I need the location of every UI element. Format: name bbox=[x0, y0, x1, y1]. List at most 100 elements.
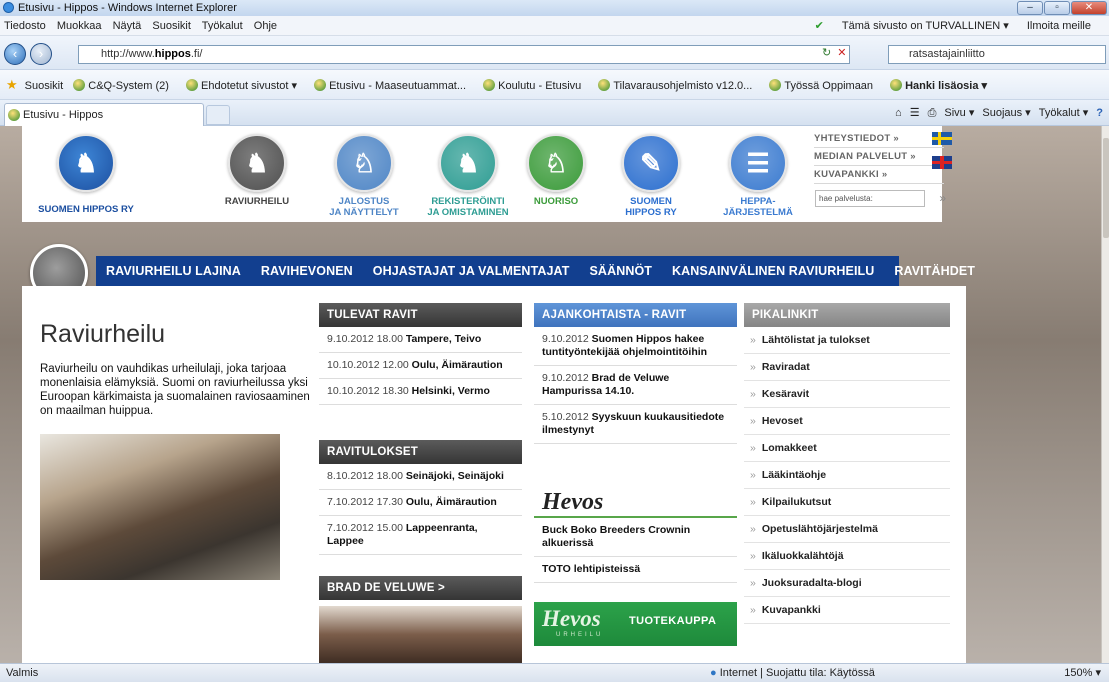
news-row[interactable]: 9.10.2012 Brad de Veluwe Hampurissa 14.1… bbox=[534, 366, 737, 405]
subnav-ohjastajat[interactable]: OHJASTAJAT JA VALMENTAJAT bbox=[373, 264, 570, 278]
vertical-scrollbar[interactable] bbox=[1101, 126, 1109, 663]
back-button[interactable]: ‹ bbox=[4, 43, 26, 65]
forward-button[interactable]: › bbox=[30, 43, 52, 65]
menu-favorites[interactable]: Suosikit bbox=[152, 20, 191, 32]
quicklink-item[interactable]: » Raviradat bbox=[744, 354, 950, 381]
news-row[interactable]: 5.10.2012 Syyskuun kuukausitiedote ilmes… bbox=[534, 405, 737, 444]
status-text: Valmis bbox=[6, 667, 39, 679]
address-field[interactable]: http://www.hippos.fi/ bbox=[78, 45, 850, 64]
browser-window: Etusivu - Hippos - Windows Internet Expl… bbox=[0, 0, 1109, 682]
cmd-tools[interactable]: Työkalut ▾ bbox=[1039, 103, 1089, 123]
subnav-raviurheilu-lajina[interactable]: RAVIURHEILU LAJINA bbox=[106, 264, 241, 278]
tab-hippos[interactable]: Etusivu - Hippos bbox=[4, 103, 204, 126]
fav-item-6[interactable]: Työssä Oppimaan bbox=[769, 79, 880, 92]
home-icon[interactable]: ⌂ bbox=[895, 103, 902, 123]
stop-icon[interactable]: ✕ bbox=[837, 46, 846, 59]
fav-item-5[interactable]: Tilavarausohjelmisto v12.0... bbox=[598, 79, 759, 92]
swedish-flag-icon[interactable] bbox=[932, 132, 952, 145]
quicklink-item[interactable]: » Kilpailukutsut bbox=[744, 489, 950, 516]
fav-item-1[interactable]: C&Q-System (2) bbox=[73, 79, 176, 92]
maximize-button[interactable]: ▫ bbox=[1044, 1, 1070, 15]
quicklink-label: Kilpailukutsut bbox=[761, 496, 832, 508]
contact-link[interactable]: YHTEYSTIEDOT » bbox=[814, 130, 944, 148]
hevos-row[interactable]: Buck Boko Breeders Crownin alkuerissä bbox=[534, 518, 737, 557]
upcoming-row[interactable]: 10.10.2012 18.30 Helsinki, Vermo bbox=[319, 379, 522, 405]
quicklink-item[interactable]: » Opetuslähtöjärjestelmä bbox=[744, 516, 950, 543]
quicklink-item[interactable]: » Hevoset bbox=[744, 408, 950, 435]
fav-item-2[interactable]: Ehdotetut sivustot ▾ bbox=[186, 79, 304, 92]
result-row[interactable]: 7.10.2012 17.30 Oulu, Äimäraution bbox=[319, 490, 522, 516]
quicklink-label: Kuvapankki bbox=[761, 604, 821, 616]
subnav-saannot[interactable]: SÄÄNNÖT bbox=[590, 264, 653, 278]
quicklink-item[interactable]: » Ikäluokkalähtöjä bbox=[744, 543, 950, 570]
subnav-ravitahdet[interactable]: RAVITÄHDET bbox=[894, 264, 975, 278]
sub-navigation: RAVIURHEILU LAJINA RAVIHEVONEN OHJASTAJA… bbox=[96, 256, 975, 286]
english-flag-icon[interactable] bbox=[932, 156, 952, 169]
upcoming-row[interactable]: 10.10.2012 12.00 Oulu, Äimäraution bbox=[319, 353, 522, 379]
news-row[interactable]: 9.10.2012 Suomen Hippos hakee tuntityönt… bbox=[534, 327, 737, 366]
subnav-kansainvalinen[interactable]: KANSAINVÄLINEN RAVIURHEILU bbox=[672, 264, 874, 278]
cmd-safety[interactable]: Suojaus ▾ bbox=[982, 103, 1030, 123]
menu-file[interactable]: Tiedosto bbox=[4, 20, 46, 32]
hevos-logo[interactable]: Hevos bbox=[534, 486, 737, 518]
quicklink-item[interactable]: » Lomakkeet bbox=[744, 435, 950, 462]
shop-banner[interactable]: Hevos URHEILU TUOTEKAUPPA bbox=[534, 602, 737, 646]
hevos-row[interactable]: TOTO lehtipisteissä bbox=[534, 557, 737, 583]
tab-title: Etusivu - Hippos bbox=[23, 109, 104, 121]
menu-view[interactable]: Näytä bbox=[113, 20, 142, 32]
zone-text: Internet | Suojattu tila: Käytössä bbox=[719, 667, 875, 679]
feeds-icon[interactable]: ☰ bbox=[910, 103, 920, 123]
command-bar: ⌂ ☰ ⎙ Sivu ▾ Suojaus ▾ Työkalut ▾ ? bbox=[895, 103, 1103, 123]
security-check-icon: ✔ bbox=[814, 20, 824, 32]
quicklink-item[interactable]: » Juoksuradalta-blogi bbox=[744, 570, 950, 597]
cmd-page[interactable]: Sivu ▾ bbox=[944, 103, 974, 123]
search-input[interactable]: ratsastajainliitto bbox=[888, 45, 1106, 64]
nav-logo-jalostus[interactable]: ♘ JALOSTUS JA NÄYTTELYT bbox=[316, 134, 412, 218]
menu-edit[interactable]: Muokkaa bbox=[57, 20, 102, 32]
quicklink-item[interactable]: » Kuvapankki bbox=[744, 597, 950, 624]
fav-item-3[interactable]: Etusivu - Maaseutuammat... bbox=[314, 79, 473, 92]
globe-icon: ● bbox=[710, 667, 717, 679]
window-title: Etusivu - Hippos - Windows Internet Expl… bbox=[18, 2, 237, 14]
media-services-link[interactable]: MEDIAN PALVELUT » bbox=[814, 148, 944, 166]
fav-item-4[interactable]: Koulutu - Etusivu bbox=[483, 79, 588, 92]
news-header: AJANKOHTAISTA - RAVIT bbox=[534, 303, 737, 327]
menu-tools[interactable]: Työkalut bbox=[202, 20, 243, 32]
quicklink-arrow-icon: » bbox=[750, 334, 756, 346]
menu-help[interactable]: Ohje bbox=[254, 20, 277, 32]
fav-item-7[interactable]: Hanki lisäosia ▾ bbox=[890, 79, 994, 92]
upcoming-row[interactable]: 9.10.2012 18.00 Tampere, Teivo bbox=[319, 327, 522, 353]
hevos-section: Hevos Buck Boko Breeders Crownin alkueri… bbox=[534, 486, 737, 583]
result-row[interactable]: 7.10.2012 15.00 Lappeenranta, Lappee bbox=[319, 516, 522, 555]
site-header: ♞ SUOMEN HIPPOS RY ♞ RAVIURHEILU ♘ JALOSTUS… bbox=[22, 126, 952, 222]
favorites-label[interactable]: Suosikit bbox=[25, 80, 64, 92]
result-row[interactable]: 8.10.2012 18.00 Seinäjoki, Seinäjoki bbox=[319, 464, 522, 490]
brad-section[interactable]: BRAD DE VELUWE > bbox=[319, 576, 522, 600]
quicklink-item[interactable]: » Lähtölistat ja tulokset bbox=[744, 327, 950, 354]
security-notice[interactable]: Tämä sivusto on TURVALLINEN ▾ bbox=[842, 16, 1009, 36]
brad-header[interactable]: BRAD DE VELUWE > bbox=[319, 576, 522, 600]
nav-logo-nuoriso[interactable]: ♘ NUORISO bbox=[516, 134, 596, 207]
help-icon[interactable]: ? bbox=[1096, 103, 1103, 123]
minimize-button[interactable]: – bbox=[1017, 1, 1043, 15]
report-link[interactable]: Ilmoita meille bbox=[1027, 16, 1091, 36]
nav-logo-raviurheilu[interactable]: ♞ RAVIURHEILU bbox=[212, 134, 302, 207]
quicklink-label: Juoksuradalta-blogi bbox=[761, 577, 862, 589]
quicklink-item[interactable]: » Lääkintäohje bbox=[744, 462, 950, 489]
close-button[interactable]: ✕ bbox=[1071, 1, 1107, 15]
subnav-ravihevonen[interactable]: RAVIHEVONEN bbox=[261, 264, 353, 278]
zoom-control[interactable]: 150% ▾ bbox=[1064, 664, 1101, 682]
quicklink-item[interactable]: » Kesäravit bbox=[744, 381, 950, 408]
nav-logo-heppa[interactable]: ☰ HEPPA- JÄRJESTELMÄ bbox=[710, 134, 806, 218]
scroll-thumb[interactable] bbox=[1103, 138, 1109, 238]
jalostus-emblem-icon: ♘ bbox=[335, 134, 393, 192]
nav-logo-rekisterointi[interactable]: ♞ REKISTERÖINTI JA OMISTAMINEN bbox=[418, 134, 518, 218]
nav-logo-hippos-ry[interactable]: ✎ SUOMEN HIPPOS RY bbox=[610, 134, 692, 218]
print-icon[interactable]: ⎙ bbox=[928, 103, 937, 123]
ie-logo-icon bbox=[3, 2, 14, 13]
new-tab-button[interactable] bbox=[206, 105, 230, 125]
brand-logo[interactable]: ♞ SUOMEN HIPPOS RY bbox=[36, 134, 136, 215]
image-bank-link[interactable]: KUVAPANKKI » bbox=[814, 166, 944, 184]
refresh-icon[interactable]: ↻ bbox=[822, 46, 831, 59]
site-search-input[interactable]: hae palvelusta:» bbox=[815, 190, 946, 207]
